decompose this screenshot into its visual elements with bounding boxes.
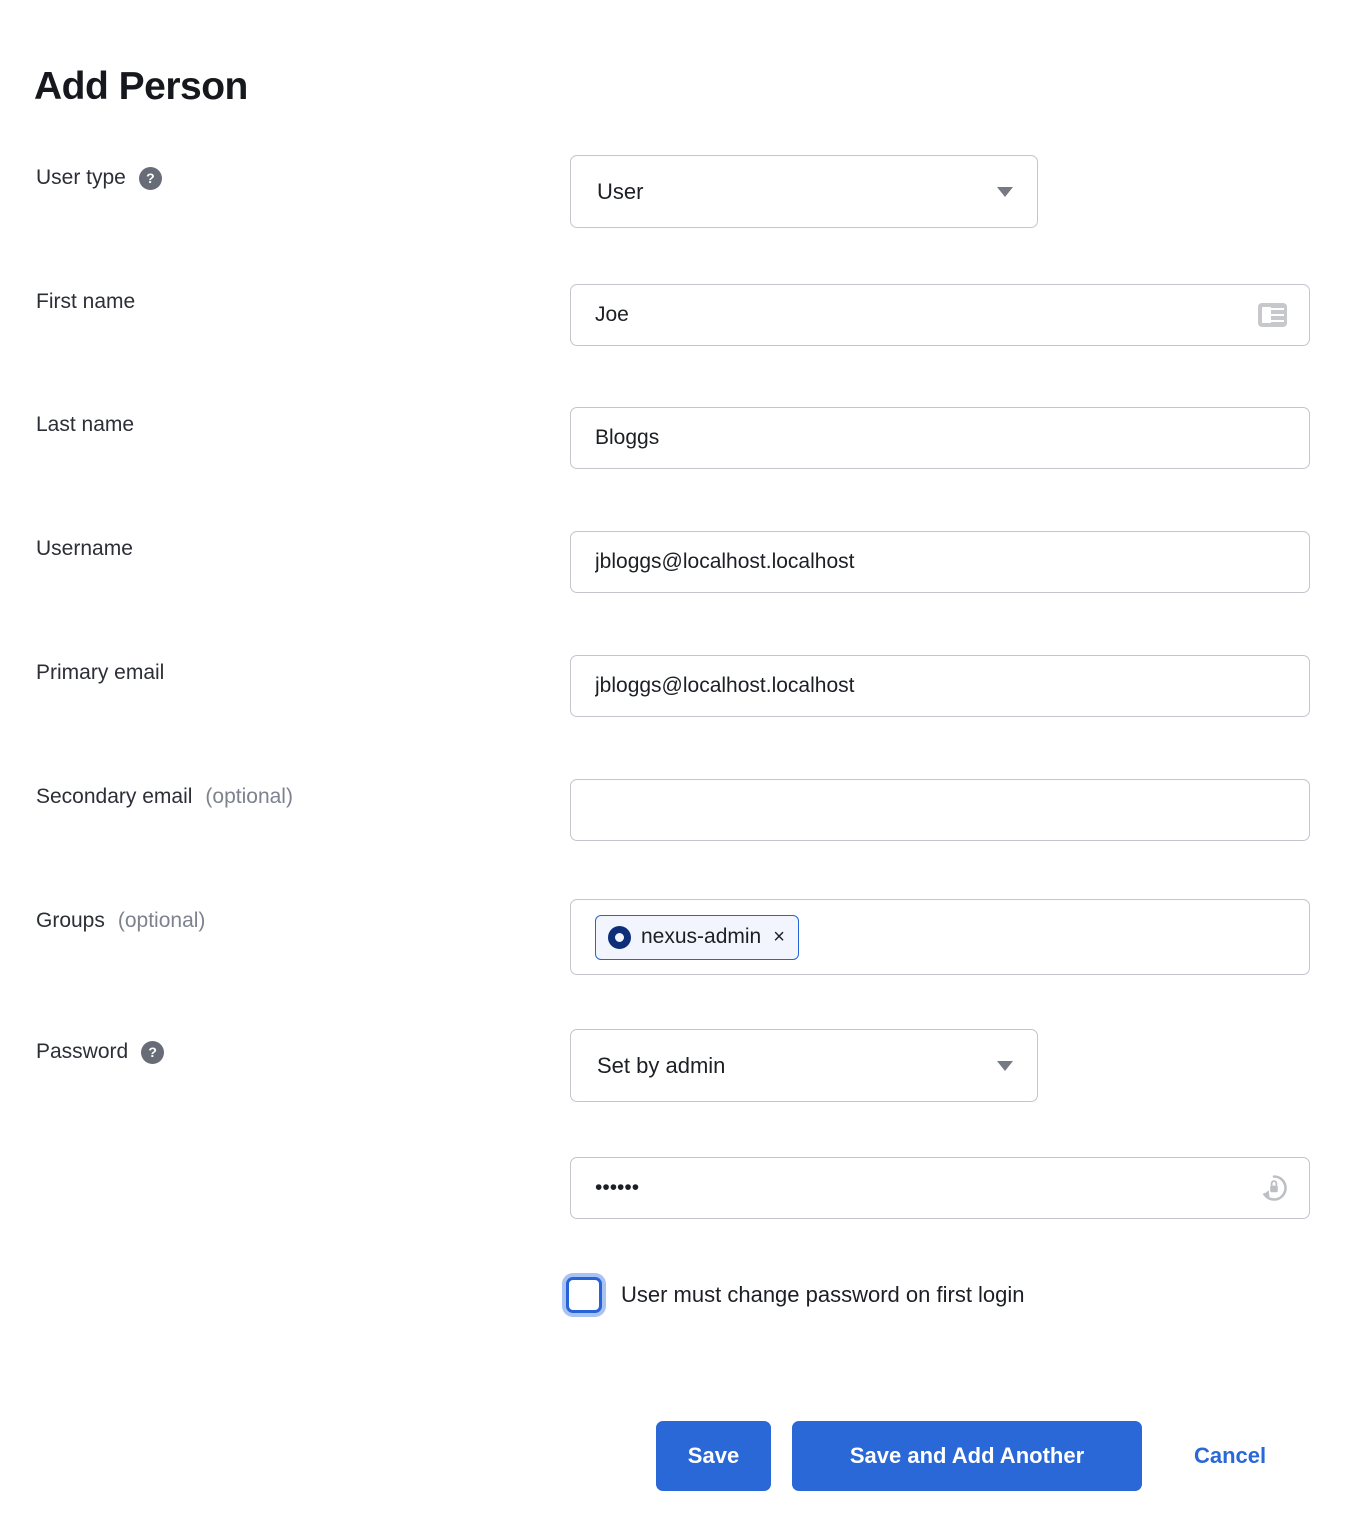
username-value: jbloggs@localhost.localhost bbox=[595, 550, 855, 573]
label-first-name: First name bbox=[36, 290, 135, 314]
save-and-add-another-button[interactable]: Save and Add Another bbox=[792, 1421, 1142, 1491]
user-type-select-box[interactable]: User bbox=[570, 155, 1038, 228]
question-mark-icon[interactable]: ? bbox=[138, 166, 162, 190]
form-actions: Save Save and Add Another Cancel bbox=[656, 1421, 1266, 1491]
last-name-field[interactable]: Bloggs bbox=[570, 407, 1310, 469]
label-primary-email-text: Primary email bbox=[36, 661, 165, 684]
chevron-down-icon[interactable] bbox=[997, 1060, 1013, 1071]
page-title: Add Person bbox=[34, 65, 248, 109]
label-password-text: Password bbox=[36, 1040, 129, 1063]
primary-email-value: jbloggs@localhost.localhost bbox=[595, 674, 855, 697]
label-secondary-email-optional: (optional) bbox=[205, 785, 293, 808]
contact-card-icon[interactable] bbox=[1258, 303, 1287, 327]
first-name-value: Joe bbox=[595, 303, 629, 326]
group-chip[interactable]: nexus-admin × bbox=[595, 914, 799, 960]
password-input[interactable]: •••••• bbox=[570, 1157, 1310, 1219]
primary-email-field[interactable]: jbloggs@localhost.localhost bbox=[570, 655, 1310, 717]
password-field[interactable]: •••••• bbox=[570, 1157, 1310, 1219]
label-primary-email: Primary email bbox=[36, 661, 164, 685]
label-password: Password ? bbox=[36, 1040, 165, 1064]
label-groups-optional: (optional) bbox=[117, 909, 206, 932]
group-chip-label: nexus-admin bbox=[641, 925, 762, 948]
save-button[interactable]: Save bbox=[656, 1421, 771, 1491]
secondary-email-field[interactable] bbox=[570, 779, 1310, 841]
password-mode-value: Set by admin bbox=[597, 1052, 726, 1078]
groups-field[interactable]: nexus-admin × bbox=[570, 899, 1310, 975]
user-type-value: User bbox=[597, 178, 644, 204]
user-type-select[interactable]: User bbox=[570, 155, 1038, 228]
password-value: •••••• bbox=[595, 1176, 640, 1199]
close-icon[interactable]: × bbox=[773, 927, 785, 947]
label-secondary-email-text: Secondary email bbox=[36, 785, 193, 808]
label-username-text: Username bbox=[36, 537, 133, 560]
cancel-link[interactable]: Cancel bbox=[1194, 1443, 1266, 1469]
first-name-input[interactable]: Joe bbox=[570, 284, 1310, 346]
label-groups-text: Groups bbox=[36, 909, 105, 932]
password-mode-select-box[interactable]: Set by admin bbox=[570, 1029, 1038, 1102]
label-secondary-email: Secondary email (optional) bbox=[36, 785, 293, 809]
groups-chips-container[interactable]: nexus-admin × bbox=[570, 899, 1310, 975]
label-groups: Groups (optional) bbox=[36, 909, 205, 933]
label-user-type-text: User type bbox=[36, 166, 126, 189]
label-last-name-text: Last name bbox=[36, 413, 135, 436]
group-ring-icon bbox=[608, 925, 631, 949]
last-name-input[interactable]: Bloggs bbox=[570, 407, 1310, 469]
first-name-field[interactable]: Joe bbox=[570, 284, 1310, 346]
chevron-down-icon[interactable] bbox=[997, 186, 1013, 197]
secondary-email-input[interactable] bbox=[570, 779, 1310, 841]
force-password-change-label: User must change password on first login bbox=[621, 1282, 1025, 1307]
question-mark-icon[interactable]: ? bbox=[141, 1040, 165, 1064]
label-username: Username bbox=[36, 537, 133, 561]
last-name-value: Bloggs bbox=[595, 426, 660, 449]
password-mode-select[interactable]: Set by admin bbox=[570, 1029, 1038, 1102]
primary-email-input[interactable]: jbloggs@localhost.localhost bbox=[570, 655, 1310, 717]
force-password-change-row[interactable]: User must change password on first login bbox=[566, 1277, 1025, 1313]
label-user-type: User type ? bbox=[36, 166, 162, 190]
username-input[interactable]: jbloggs@localhost.localhost bbox=[570, 531, 1310, 593]
username-field[interactable]: jbloggs@localhost.localhost bbox=[570, 531, 1310, 593]
label-first-name-text: First name bbox=[36, 290, 136, 313]
force-password-change-checkbox[interactable] bbox=[566, 1277, 602, 1313]
regenerate-password-icon[interactable] bbox=[1259, 1173, 1289, 1203]
label-last-name: Last name bbox=[36, 413, 134, 437]
add-person-page: Add Person User type ? User First name J… bbox=[0, 0, 1354, 1514]
